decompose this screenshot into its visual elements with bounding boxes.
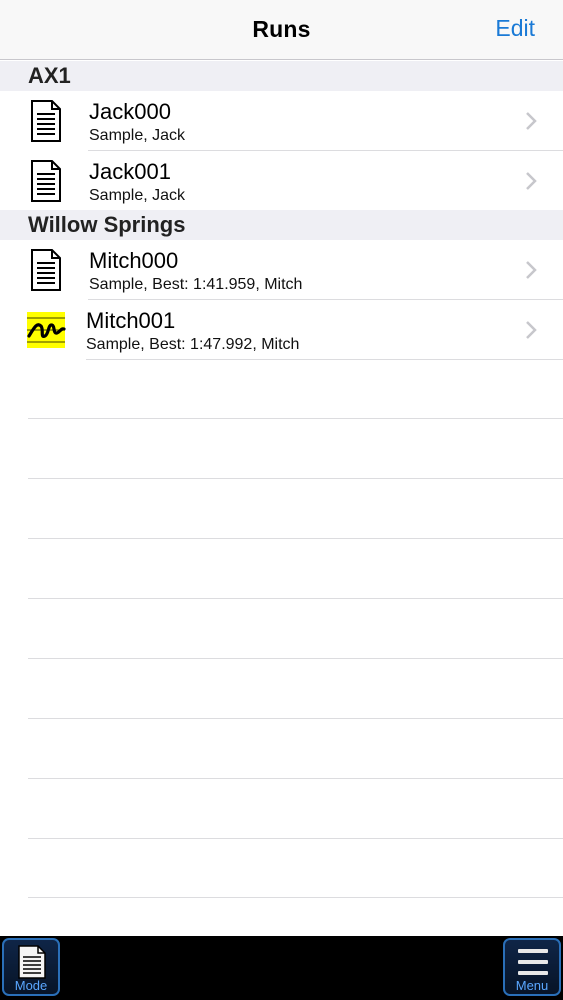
section-header-ax1: AX1 [0, 61, 563, 91]
menu-button[interactable]: Menu [503, 938, 561, 996]
document-icon [31, 249, 61, 291]
hamburger-menu-icon [518, 949, 548, 975]
run-subtitle: Sample, Jack [89, 187, 186, 204]
run-row-mitch001[interactable]: Mitch001 Sample, Best: 1:47.992, Mitch [0, 300, 563, 360]
edit-button[interactable]: Edit [495, 15, 535, 42]
empty-row-divider [28, 598, 563, 599]
run-row-jack000[interactable]: Jack000 Sample, Jack [0, 91, 563, 151]
section-header-willow-springs: Willow Springs [0, 210, 563, 240]
document-icon [31, 100, 61, 142]
chevron-right-icon [526, 261, 537, 279]
run-subtitle: Sample, Best: 1:41.959, Mitch [89, 276, 303, 293]
bottom-toolbar: Mode Menu [0, 936, 563, 1000]
run-subtitle: Sample, Jack [89, 127, 186, 144]
document-icon [31, 160, 61, 202]
graph-icon [27, 312, 66, 348]
run-title: Jack001 [89, 159, 171, 184]
mode-label: Mode [14, 978, 48, 993]
run-subtitle: Sample, Best: 1:47.992, Mitch [86, 336, 300, 353]
empty-row-divider [28, 418, 563, 419]
page-title: Runs [252, 16, 311, 42]
chevron-right-icon [526, 112, 537, 130]
empty-row-divider [28, 778, 563, 779]
empty-row-divider [28, 838, 563, 839]
app-screen: Runs Edit AX1 Jack000 Sample, Jack Jack0… [0, 0, 563, 1000]
empty-row-divider [28, 897, 563, 898]
menu-label: Menu [515, 978, 549, 993]
chevron-right-icon [526, 321, 537, 339]
run-title: Mitch001 [86, 308, 176, 333]
chevron-right-icon [526, 172, 537, 190]
empty-row-divider [28, 658, 563, 659]
empty-row-divider [28, 718, 563, 719]
document-icon [18, 945, 46, 979]
navigation-bar: Runs Edit [0, 0, 563, 60]
mode-button[interactable]: Mode [2, 938, 60, 996]
run-title: Mitch000 [89, 248, 179, 273]
row-divider [86, 359, 563, 360]
empty-row-divider [28, 478, 563, 479]
run-row-jack001[interactable]: Jack001 Sample, Jack [0, 151, 563, 211]
run-title: Jack000 [89, 99, 171, 124]
run-row-mitch000[interactable]: Mitch000 Sample, Best: 1:41.959, Mitch [0, 240, 563, 300]
empty-row-divider [28, 538, 563, 539]
